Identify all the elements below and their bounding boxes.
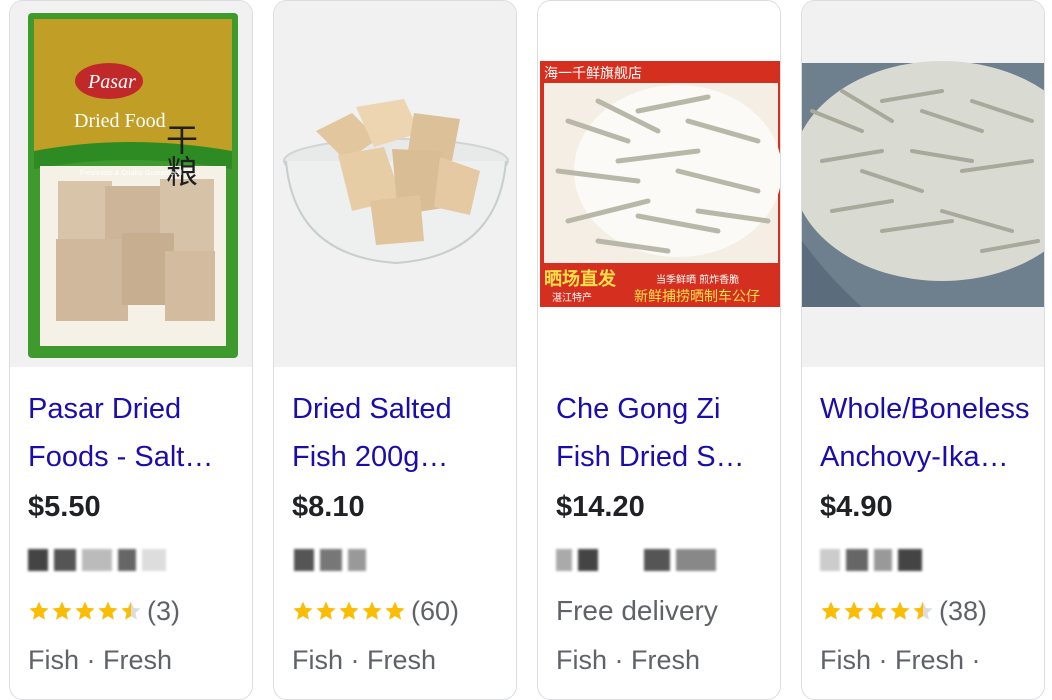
product-card[interactable]: Dried Salted Fish 200g… $8.10 (60) Fish … bbox=[273, 0, 517, 700]
rating-row[interactable]: (38) bbox=[820, 591, 987, 631]
star-full-icon bbox=[890, 601, 910, 620]
star-rating bbox=[28, 600, 143, 622]
product-tags: Fish · Fresh · bbox=[820, 645, 981, 675]
product-tags: Fish · Fresh bbox=[292, 645, 437, 675]
product-title[interactable]: Pasar Dried Foods - Salt… bbox=[28, 385, 242, 481]
banner-left-sub: 湛江特产 bbox=[552, 291, 592, 304]
product-price: $14.20 bbox=[556, 491, 645, 523]
star-full-icon bbox=[75, 601, 95, 620]
star-full-icon bbox=[844, 601, 864, 620]
merchant-name-redacted bbox=[28, 539, 242, 579]
review-count: (3) bbox=[147, 595, 180, 626]
star-full-icon bbox=[29, 601, 49, 620]
star-half-icon bbox=[913, 601, 933, 620]
rating-row[interactable]: (60) bbox=[292, 591, 459, 631]
product-image[interactable]: Pasar Dried Food 干粮 Freshness & Quality … bbox=[10, 1, 252, 367]
star-rating bbox=[292, 600, 407, 622]
package-label: Dried Food bbox=[74, 110, 166, 132]
product-title[interactable]: Dried Salted Fish 200g… bbox=[292, 385, 506, 481]
star-full-icon bbox=[293, 601, 313, 620]
banner-right-top: 当季鲜晒 煎炸香脆 bbox=[656, 273, 739, 286]
product-card[interactable]: Whole/Boneless Anchovy-Ika… $4.90 (38) F… bbox=[801, 0, 1045, 700]
product-tags: Fish · Fresh bbox=[556, 645, 701, 675]
free-delivery: Free delivery bbox=[556, 595, 718, 626]
product-image[interactable] bbox=[802, 1, 1044, 367]
star-full-icon bbox=[98, 601, 118, 620]
product-image[interactable]: 海一千鲜旗舰店 晒场直发 湛江特产 当季鲜晒 煎炸香脆 新鲜捕捞晒制车公仔 bbox=[538, 1, 780, 367]
review-count: (60) bbox=[411, 595, 460, 626]
star-half-icon bbox=[121, 601, 141, 620]
product-image[interactable] bbox=[274, 1, 516, 367]
star-rating bbox=[820, 600, 935, 622]
star-full-icon bbox=[385, 601, 405, 620]
product-price: $5.50 bbox=[28, 491, 101, 523]
star-full-icon bbox=[339, 601, 359, 620]
product-card[interactable]: Pasar Dried Food 干粮 Freshness & Quality … bbox=[9, 0, 253, 700]
product-title[interactable]: Che Gong Zi Fish Dried S… bbox=[556, 385, 770, 481]
merchant-name-redacted bbox=[556, 539, 770, 579]
banner-left: 晒场直发 bbox=[544, 268, 617, 290]
banner-top: 海一千鲜旗舰店 bbox=[544, 66, 642, 82]
product-card[interactable]: 海一千鲜旗舰店 晒场直发 湛江特产 当季鲜晒 煎炸香脆 新鲜捕捞晒制车公仔 Ch… bbox=[537, 0, 781, 700]
merchant-name-redacted bbox=[292, 539, 506, 579]
star-full-icon bbox=[52, 601, 72, 620]
product-tags: Fish · Fresh bbox=[28, 645, 173, 675]
rating-row[interactable]: (3) bbox=[28, 591, 180, 631]
star-full-icon bbox=[316, 601, 336, 620]
star-full-icon bbox=[867, 601, 887, 620]
package-brand: Pasar bbox=[87, 71, 136, 93]
merchant-name-redacted bbox=[820, 539, 1034, 579]
product-title[interactable]: Whole/Boneless Anchovy-Ika… bbox=[820, 385, 1034, 481]
review-count: (38) bbox=[939, 595, 988, 626]
product-price: $4.90 bbox=[820, 491, 893, 523]
delivery-row: Free delivery bbox=[556, 591, 718, 631]
banner-right: 新鲜捕捞晒制车公仔 bbox=[634, 288, 760, 305]
product-price: $8.10 bbox=[292, 491, 365, 523]
star-full-icon bbox=[821, 601, 841, 620]
package-cjk: 干粮 bbox=[161, 123, 199, 187]
package-tagline: Freshness & Quality Guaranteed bbox=[80, 170, 182, 177]
star-full-icon bbox=[362, 601, 382, 620]
